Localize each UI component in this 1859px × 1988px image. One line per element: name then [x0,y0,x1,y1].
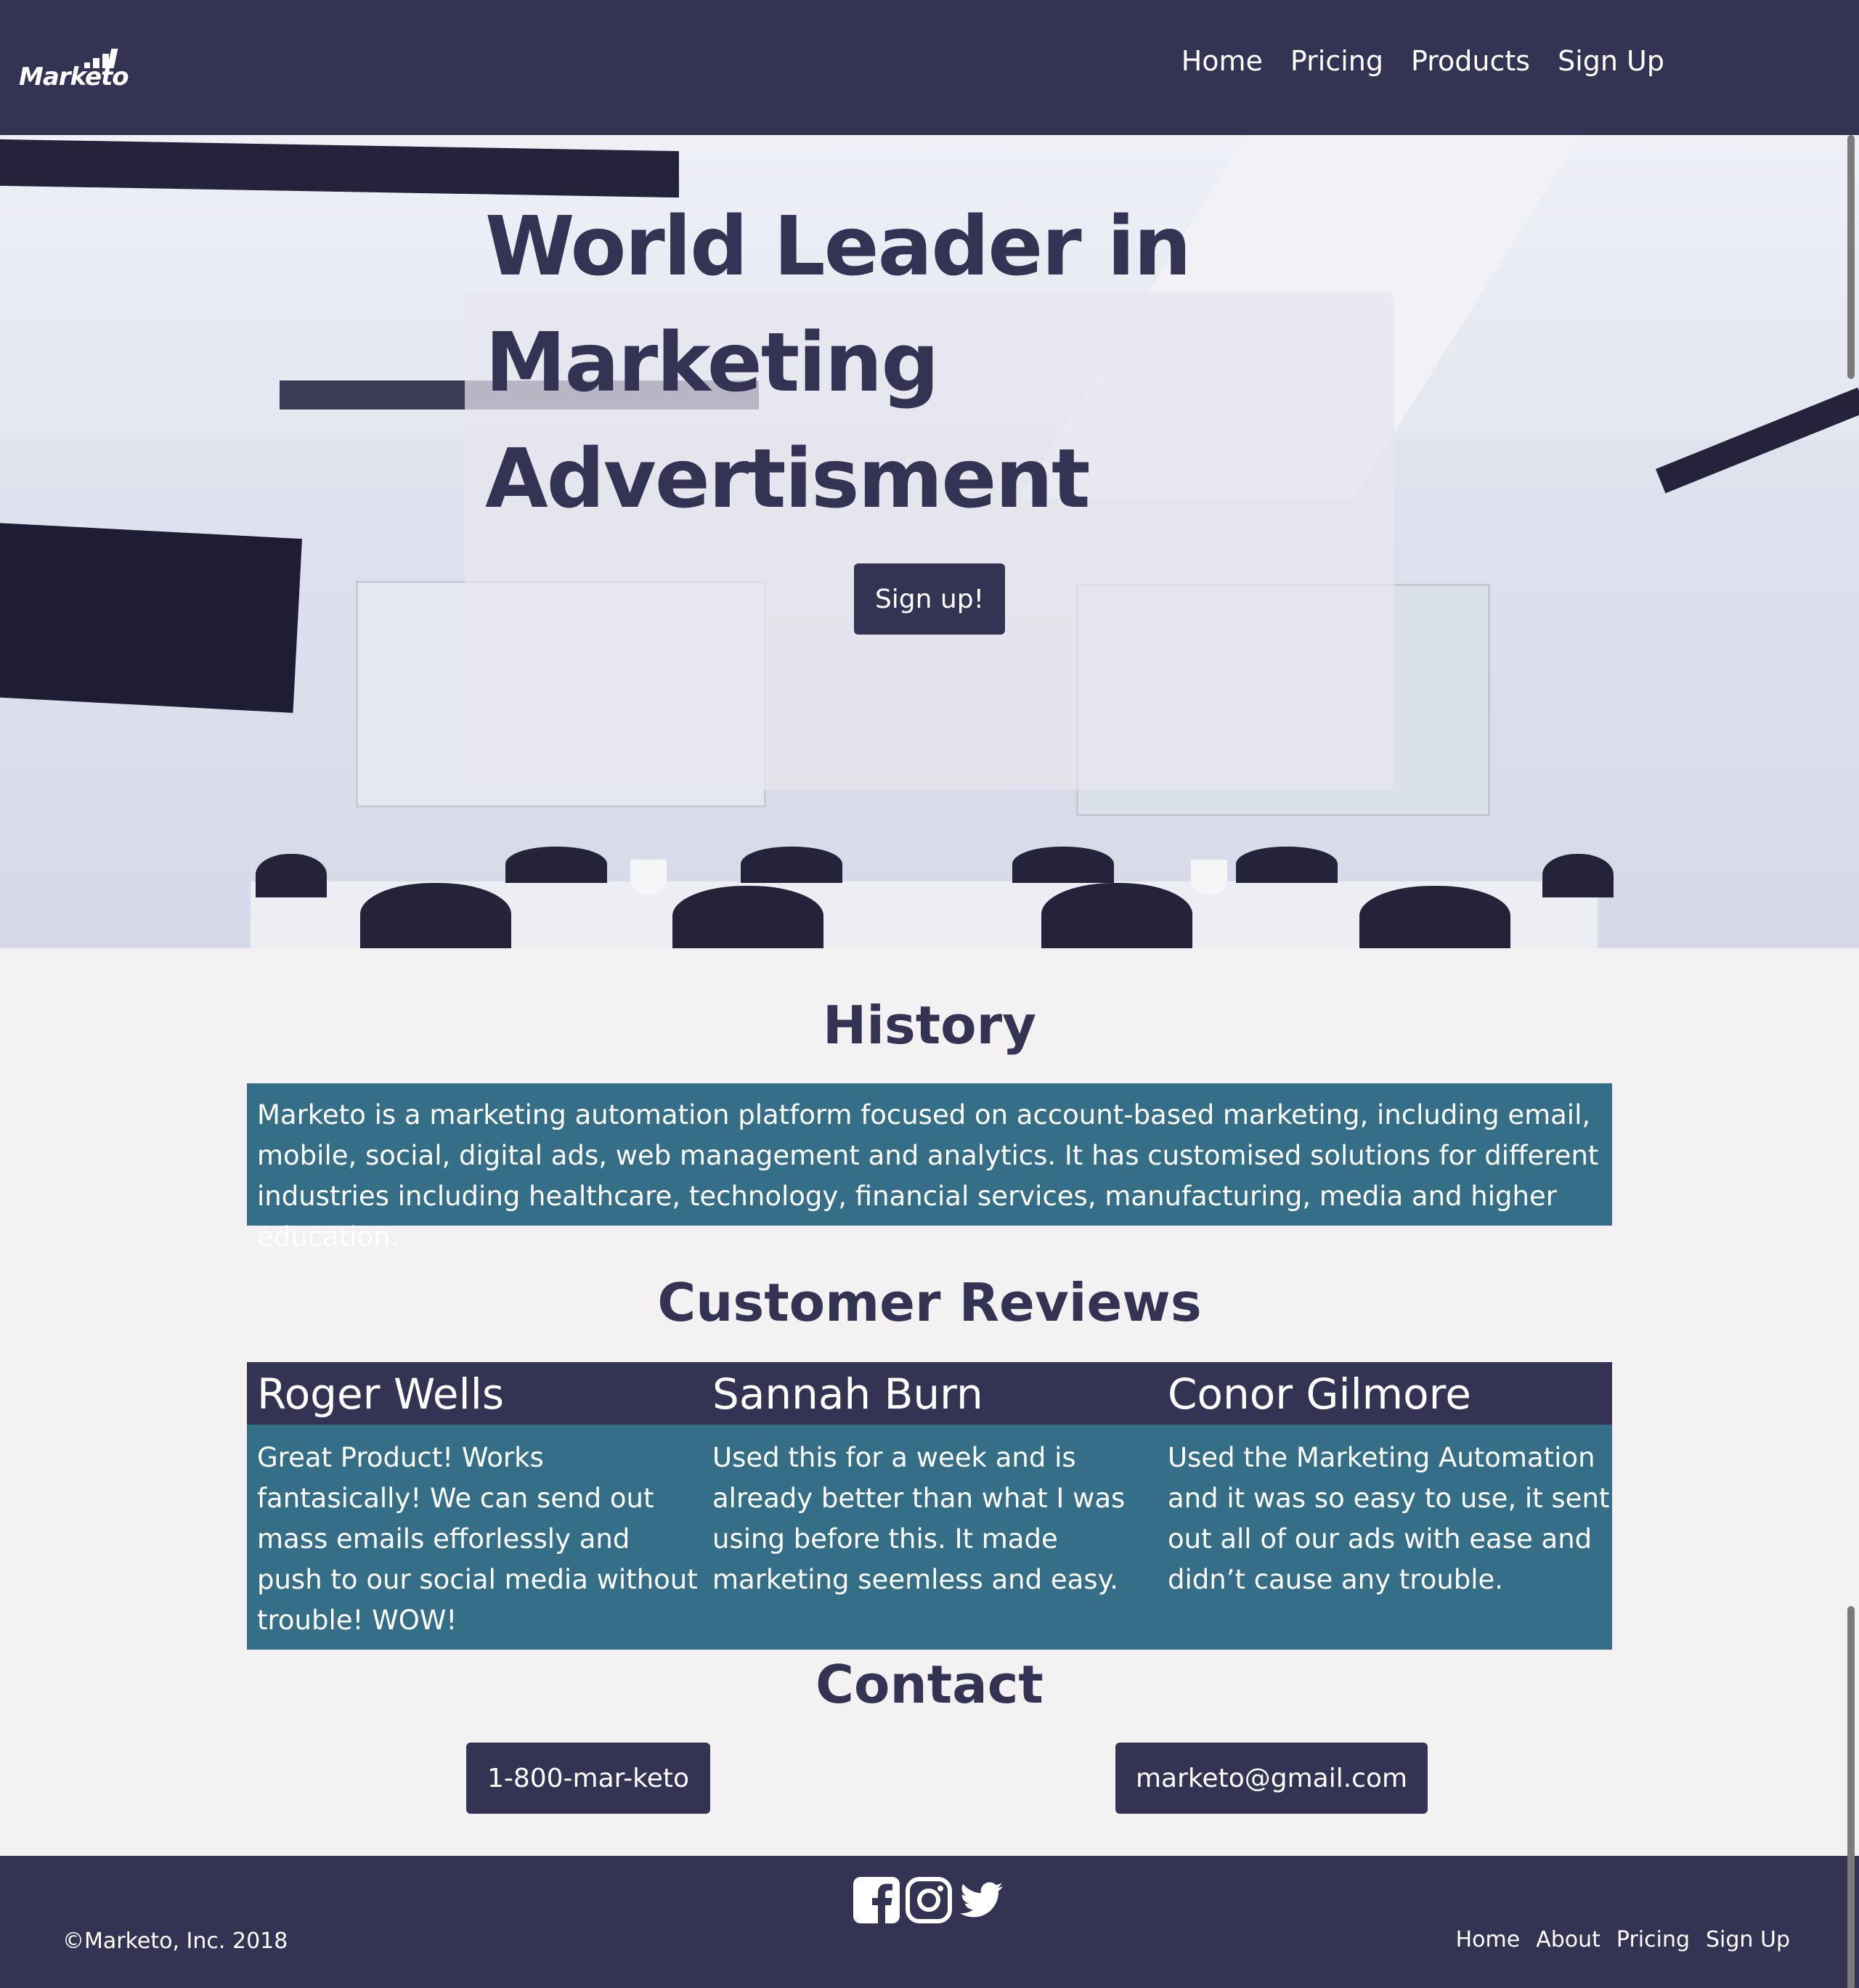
footer-link-home[interactable]: Home [1456,1927,1521,1952]
instagram-icon[interactable] [905,1876,953,1924]
plant-pot [630,860,667,895]
scrollbar-thumb[interactable] [1847,1606,1855,1988]
email-button[interactable]: marketo@gmail.com [1115,1743,1428,1814]
navbar: Marketo Home Pricing Products Sign Up [0,0,1859,135]
wall-tv [0,523,302,713]
copyright-text: ©Marketo, Inc. 2018 [62,1928,288,1954]
chair [672,886,823,948]
social-links [853,1876,1005,1924]
nav-sign-up[interactable]: Sign Up [1558,45,1664,77]
nav-products[interactable]: Products [1411,45,1530,77]
chair [360,883,511,948]
review-name: Conor Gilmore [1168,1369,1471,1419]
phone-button[interactable]: 1-800-mar-keto [466,1743,710,1814]
logo-text: Marketo [19,62,129,91]
chair [1041,883,1192,948]
nav-pricing[interactable]: Pricing [1290,45,1383,77]
history-title: History [822,995,1037,1056]
twitter-icon[interactable] [957,1876,1005,1924]
chair [505,847,607,883]
chair [1542,854,1614,897]
review-text: Great Product! Works fantasically! We ca… [257,1442,698,1636]
chair [1359,886,1510,948]
review-name: Sannah Burn [712,1369,983,1419]
footer: ©Marketo, Inc. 2018 Home About Pricing S… [0,1856,1859,1988]
chair [1012,847,1114,883]
review-text: Used the Marketing Automation and it was… [1168,1442,1610,1595]
footer-link-pricing[interactable]: Pricing [1616,1927,1690,1952]
main-nav: Home Pricing Products Sign Up [1181,45,1664,77]
nav-home[interactable]: Home [1181,45,1263,77]
hero-sign-up-button[interactable]: Sign up! [854,563,1005,635]
facebook-icon[interactable] [853,1876,900,1924]
hero-title: World Leader in Marketing Advertisment [485,200,1192,526]
history-text: Marketo is a marketing automation platfo… [247,1083,1612,1252]
scrollbar-thumb[interactable] [1847,135,1855,379]
plant-pot [1191,860,1227,895]
chair [1236,847,1338,883]
marketo-logo[interactable]: Marketo [19,42,129,93]
page-scrollbar[interactable] [1844,135,1859,1988]
footer-link-sign-up[interactable]: Sign Up [1706,1927,1790,1952]
review-text: Used this for a week and is already bett… [712,1442,1126,1595]
chair [741,847,842,883]
chair [256,854,327,897]
contact-title: Contact [815,1654,1044,1715]
review-name: Roger Wells [257,1369,505,1419]
footer-link-about[interactable]: About [1536,1927,1600,1952]
reviews-title: Customer Reviews [657,1272,1202,1333]
reviews-panel: Roger Wells Sannah Burn Conor Gilmore Gr… [247,1362,1612,1650]
footer-nav: Home About Pricing Sign Up [1456,1927,1790,1952]
